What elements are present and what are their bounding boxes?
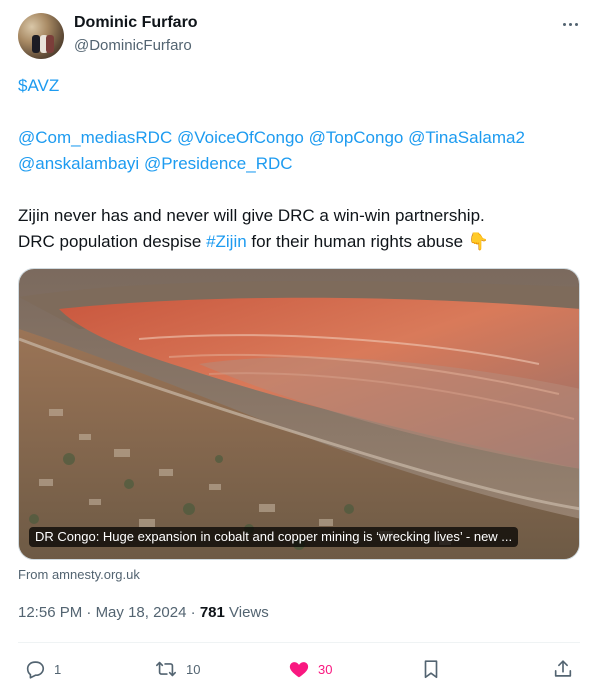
mentions-line-1: @Com_mediasRDC @VoiceOfCongo @TopCongo @… [18, 125, 525, 151]
views-label: Views [229, 604, 269, 621]
avatar[interactable] [18, 13, 64, 59]
tweet-date[interactable]: May 18, 2024 [96, 604, 187, 621]
cashtag-link[interactable]: $AVZ [18, 76, 59, 95]
hashtag-link[interactable]: #Zijin [206, 232, 247, 251]
share-icon [554, 660, 572, 677]
like-icon [289, 662, 309, 678]
reply-icon [26, 661, 45, 679]
like-count: 30 [318, 661, 333, 677]
body-text: DRC population despise [18, 232, 207, 251]
mention-link[interactable]: @TinaSalama2 [408, 128, 525, 147]
link-card[interactable]: DR Congo: Huge expansion in cobalt and c… [18, 268, 580, 560]
reply-button[interactable]: 1 [24, 657, 61, 681]
repost-icon [156, 661, 176, 677]
share-button[interactable] [552, 657, 574, 681]
tweet: Dominic Furfaro @DominicFurfaro $AVZ @Co… [0, 0, 598, 696]
card-caption: DR Congo: Huge expansion in cobalt and c… [29, 527, 519, 547]
views-count: 781 [199, 604, 225, 621]
tweet-meta: 12:56 PM · May 18, 2024 · 781 Views [18, 604, 269, 621]
tweet-cashtag-line: $AVZ [18, 73, 59, 99]
like-button[interactable]: 30 [288, 657, 332, 681]
mention-link[interactable]: @TopCongo [309, 128, 404, 147]
mention-link[interactable]: @Presidence_RDC [144, 154, 293, 173]
body-text: for their human rights abuse [246, 232, 468, 251]
author-handle[interactable]: @DominicFurfaro [74, 37, 192, 54]
divider [18, 642, 580, 643]
mentions-line-2: @anskalambayi @Presidence_RDC [18, 151, 293, 177]
separator: · [190, 604, 196, 621]
tweet-body-line-2: DRC population despise #Zijin for their … [18, 229, 489, 255]
card-source[interactable]: From amnesty.org.uk [18, 567, 140, 582]
more-icon[interactable] [558, 14, 582, 34]
mention-link[interactable]: @VoiceOfCongo [177, 128, 304, 147]
bookmark-button[interactable] [420, 657, 442, 681]
tweet-body-line-1: Zijin never has and never will give DRC … [18, 206, 485, 225]
card-image-mine [19, 269, 579, 559]
separator: · [86, 604, 92, 621]
author-name[interactable]: Dominic Furfaro [74, 14, 198, 32]
repost-button[interactable]: 10 [154, 657, 200, 681]
mention-link[interactable]: @anskalambayi [18, 154, 139, 173]
repost-count: 10 [186, 661, 201, 677]
bookmark-icon [424, 660, 438, 679]
pointing-down-emoji: 👇 [467, 232, 489, 251]
reply-count: 1 [54, 661, 62, 677]
mention-link[interactable]: @Com_mediasRDC [18, 128, 172, 147]
tweet-time[interactable]: 12:56 PM [18, 604, 82, 621]
